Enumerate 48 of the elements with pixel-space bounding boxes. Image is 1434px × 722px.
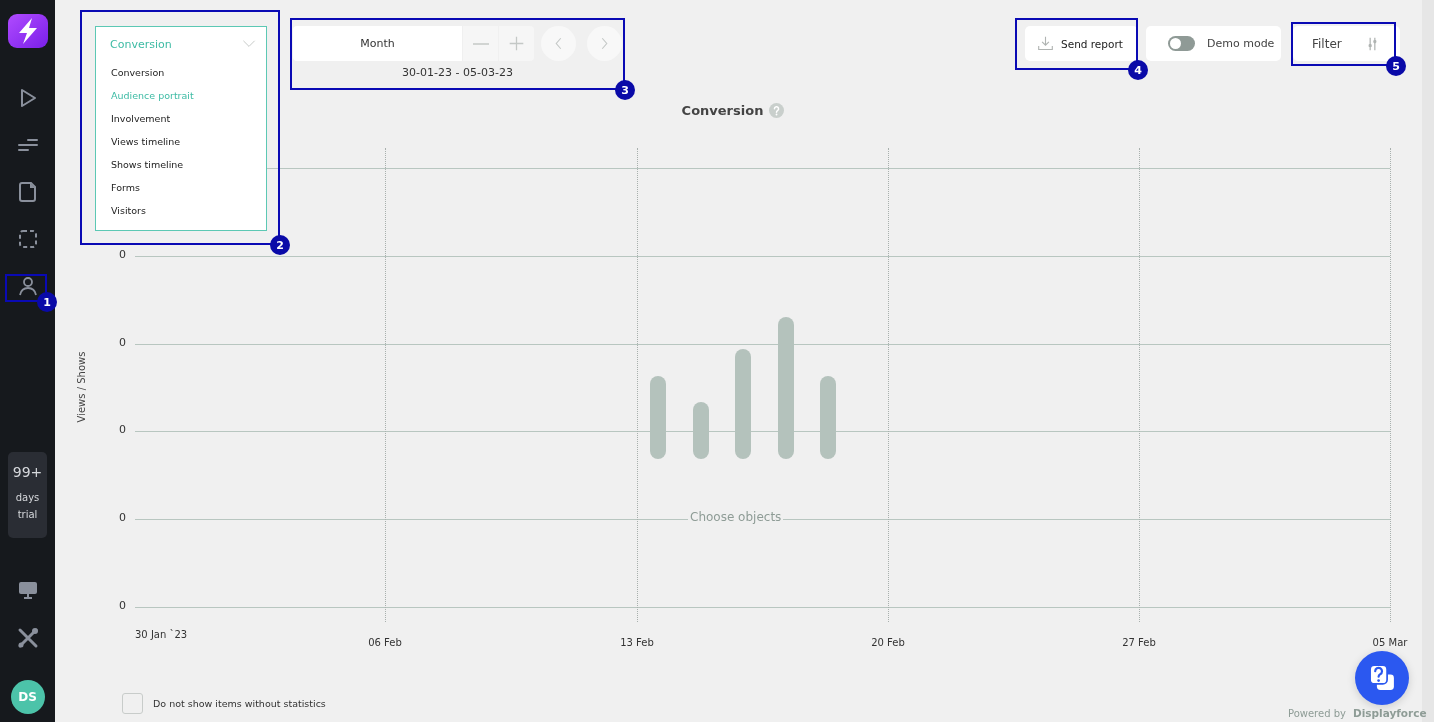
empty-state-text: Choose objects: [688, 510, 784, 524]
dropdown-option[interactable]: Views timeline: [96, 130, 266, 153]
dropdown-option[interactable]: Conversion: [96, 61, 266, 84]
trial-days-label: days: [15, 491, 40, 505]
dropdown-option[interactable]: Visitors: [96, 199, 266, 222]
send-report-button[interactable]: Send report: [1025, 26, 1138, 61]
trial-count: 99+: [12, 464, 43, 480]
dropdown-option[interactable]: Shows timeline: [96, 153, 266, 176]
chevron-right-icon: [600, 36, 609, 51]
lightning-logo-icon[interactable]: [7, 14, 48, 48]
x-axis-label: 27 Feb: [1122, 637, 1156, 648]
y-axis-label: 0: [119, 423, 126, 436]
callout-number: 4: [1128, 60, 1148, 80]
chart-title: Conversion: [681, 103, 764, 118]
y-axis-title: Views / Shows: [75, 351, 87, 423]
checkbox-label: Do not show items without statistics: [153, 698, 326, 709]
checkbox[interactable]: [122, 693, 143, 714]
date-range: 30-01-23 - 05-03-23: [402, 66, 513, 79]
trial-label: trial: [17, 508, 38, 522]
y-axis-label: 0: [119, 248, 126, 261]
period-unit-button[interactable]: Month: [293, 26, 462, 61]
dropdown-option[interactable]: Forms: [96, 176, 266, 199]
sliders-icon: [1367, 36, 1378, 51]
callout-number: 3: [615, 80, 635, 100]
x-axis-label: 05 Mar: [1372, 637, 1408, 648]
brand-name: Displayforce: [1353, 707, 1427, 719]
dropdown-option[interactable]: Involvement: [96, 107, 266, 130]
trial-badge[interactable]: 99+ days trial: [8, 452, 47, 538]
plus-icon: [508, 35, 525, 52]
filter-button[interactable]: Filter: [1293, 26, 1400, 61]
dropdown-value: Conversion: [110, 37, 172, 51]
powered-by-text: Powered by: [1288, 708, 1346, 719]
help-button[interactable]: [1355, 651, 1409, 705]
x-axis-label: 20 Feb: [871, 637, 905, 648]
x-axis-label: 30 Jan `23: [135, 629, 188, 640]
callout-number: 2: [270, 235, 290, 255]
minus-icon: [472, 42, 489, 45]
report-type-dropdown[interactable]: Conversion Conversion Audience portrait Involvement Views timeline Shows timeline Forms Visitors: [95, 26, 267, 231]
y-axis-label: 0: [119, 511, 126, 524]
chevron-down-icon: [242, 40, 256, 48]
y-axis-label: 0: [119, 599, 126, 612]
callout-number: 5: [1386, 56, 1406, 76]
x-axis-label: 13 Feb: [620, 637, 654, 648]
download-icon: [1037, 35, 1054, 52]
demo-mode-toggle[interactable]: Demo mode: [1146, 26, 1281, 61]
chevron-left-icon: [554, 36, 563, 51]
x-axis-label: 06 Feb: [368, 637, 402, 648]
y-axis-label: 0: [119, 336, 126, 349]
